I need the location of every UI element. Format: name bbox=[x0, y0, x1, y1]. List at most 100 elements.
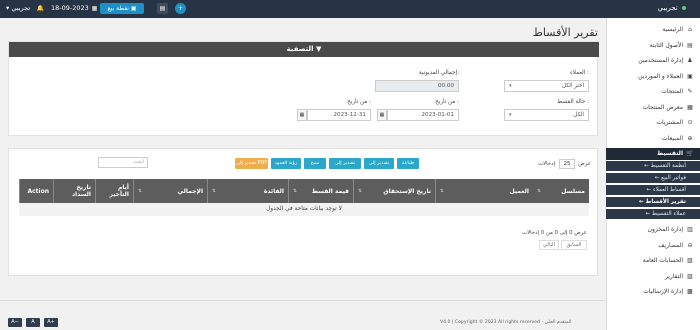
calculator-icon[interactable]: ▤ bbox=[157, 3, 168, 14]
sidebar-subitem[interactable]: ← فواتير البيع bbox=[606, 173, 700, 183]
date-to-label: من تاريخ : bbox=[347, 99, 371, 105]
customer-select[interactable]: ▾ اختر الكل bbox=[504, 80, 589, 92]
sort-icon: ⇅ bbox=[293, 188, 297, 194]
sidebar-subitem[interactable]: ← أنظمة التقسيط bbox=[606, 161, 700, 171]
sidebar-subitem-label: تقرير الأقساط bbox=[645, 199, 686, 205]
caret-down-icon: ▾ bbox=[6, 4, 10, 12]
reports-icon: ▨ bbox=[687, 272, 693, 280]
brand[interactable]: تجريبي bbox=[658, 4, 686, 12]
sidebar-item[interactable]: إدارة المستخدمين ♟ bbox=[606, 55, 700, 67]
font-increase-label: A+ bbox=[47, 319, 55, 325]
pagination-next[interactable]: التالي bbox=[539, 240, 559, 250]
col-delay-days-label: أيام التأخير bbox=[109, 184, 129, 198]
sidebar-item-label: إدارة المخزون bbox=[647, 226, 683, 233]
col-payment-date-label: تاريخ السداد bbox=[71, 184, 91, 198]
sidebar-item[interactable]: الحسابات العامة ▧ bbox=[606, 255, 700, 267]
sidebar-item-label: الأصول الثابتة bbox=[649, 41, 683, 49]
pos-button[interactable]: نقطة بيع ▣ bbox=[100, 3, 144, 14]
sidebar-item[interactable]: التقارير ▨ bbox=[606, 271, 700, 283]
copyright-text: V4.0 | Copyright © 2023 All rights reser… bbox=[440, 320, 572, 325]
col-delay-days[interactable]: أيام التأخير bbox=[95, 179, 133, 203]
date-to-input[interactable]: 2023-12-31 bbox=[307, 109, 371, 121]
sidebar-item-label: المنتجات bbox=[661, 88, 683, 95]
print-button-label: طباعة bbox=[401, 161, 415, 166]
chevron-down-icon: ▾ bbox=[509, 83, 512, 89]
export-pdf-button[interactable]: تصدير إلى PDF bbox=[235, 158, 268, 169]
status-select[interactable]: ▾ الكل bbox=[504, 109, 589, 121]
col-total[interactable]: ⇅ الإجمالي bbox=[133, 179, 207, 203]
calendar-icon[interactable]: ▦ bbox=[377, 109, 387, 121]
column-visibility-button[interactable]: رؤية العمود bbox=[271, 158, 301, 169]
font-decrease-button[interactable]: A− bbox=[8, 318, 22, 327]
col-action-label: Action bbox=[27, 187, 49, 195]
pos-icon: ▣ bbox=[130, 5, 137, 12]
cart-icon: 🛒 bbox=[686, 150, 694, 157]
sidebar-item[interactable]: الأصول الثابتة ▤ bbox=[606, 40, 700, 52]
col-installment-value[interactable]: ⇅ قيمة القسط bbox=[288, 179, 353, 203]
user-menu[interactable]: ▾ تجريبي bbox=[6, 4, 30, 12]
debt-value: 00.00 bbox=[437, 83, 454, 89]
font-reset-label: A bbox=[31, 319, 35, 325]
col-serial[interactable]: ⇅ مسلسل bbox=[533, 179, 589, 203]
sidebar-item[interactable]: المنتجات ✎ bbox=[606, 86, 700, 98]
col-due-date[interactable]: ⇅ تاريخ الإستحقاق bbox=[353, 179, 435, 203]
export-pdf-label: تصدير إلى PDF bbox=[235, 161, 268, 166]
debt-label: إجمالي المديونية: bbox=[418, 70, 459, 76]
online-status-icon bbox=[682, 6, 686, 10]
calendar-icon[interactable]: ▦ bbox=[297, 109, 307, 121]
date-to-value: 2023-12-31 bbox=[333, 112, 366, 118]
search-input[interactable]: ابحث bbox=[98, 157, 148, 168]
sidebar-subitem[interactable]: ← أقساط العملاء bbox=[606, 185, 700, 195]
home-icon: ⌂ bbox=[688, 26, 692, 33]
status-select-value: الكل bbox=[573, 112, 584, 118]
export-csv-button[interactable]: تصدير إلى CSV bbox=[364, 158, 394, 177]
col-action[interactable]: Action bbox=[19, 179, 53, 203]
sidebar-item[interactable]: إدارة المخزون ▥ bbox=[606, 224, 700, 236]
sidebar-item[interactable]: العملاء و الموردين ▣ bbox=[606, 71, 700, 83]
inventory-icon: ▥ bbox=[687, 226, 693, 233]
add-icon[interactable]: + bbox=[175, 3, 186, 14]
date-from-label: من تاريخ : bbox=[435, 99, 459, 105]
col-installment-value-label: قيمة القسط bbox=[311, 187, 349, 195]
col-due-date-label: تاريخ الإستحقاق bbox=[383, 187, 431, 195]
sort-icon: ⇅ bbox=[212, 188, 216, 194]
customer-label: العملاء : bbox=[570, 70, 589, 76]
date-from-input[interactable]: 2023-01-01 bbox=[387, 109, 459, 121]
sidebar-subitem[interactable]: ← تقرير الأقساط bbox=[606, 197, 700, 207]
sidebar-item[interactable]: معرض المنتجات ▦ bbox=[606, 102, 700, 114]
export-csv-label: تصدير إلى CSV bbox=[368, 161, 390, 177]
pos-label: نقطة بيع bbox=[107, 5, 129, 12]
export-excel-button[interactable]: تصدير إلى Excel bbox=[329, 158, 361, 177]
installments-table-panel: عرض 25 إدخالات طباعة تصدير إلى CSV تصدير… bbox=[8, 148, 598, 276]
sidebar-item[interactable]: المصاريف ⊖ bbox=[606, 240, 700, 252]
print-button[interactable]: طباعة bbox=[397, 158, 419, 169]
sidebar-item[interactable]: إدارة الإرساليات ▩ bbox=[606, 286, 700, 298]
font-reset-button[interactable]: A bbox=[26, 318, 40, 327]
font-increase-button[interactable]: A+ bbox=[44, 318, 58, 327]
sidebar-item[interactable]: الرئيسية ⌂ bbox=[606, 24, 700, 36]
copy-button[interactable]: نسخ bbox=[304, 158, 326, 169]
entries-label: إدخالات bbox=[537, 161, 555, 167]
pagination-next-label: التالي bbox=[542, 242, 556, 248]
expenses-icon: ⊖ bbox=[687, 241, 693, 249]
sort-icon: ⇅ bbox=[537, 188, 541, 194]
pagination-previous[interactable]: السابق bbox=[561, 240, 587, 250]
current-date: 18-09-2023 bbox=[51, 4, 89, 12]
contacts-icon: ▣ bbox=[687, 72, 693, 80]
col-interest[interactable]: ⇅ الفائدة bbox=[207, 179, 288, 203]
col-customer[interactable]: ⇅ العميل bbox=[435, 179, 533, 203]
col-payment-date[interactable]: تاريخ السداد bbox=[53, 179, 95, 203]
filter-header[interactable]: التصفية ▼ bbox=[9, 42, 599, 57]
shipping-icon: ▩ bbox=[687, 288, 693, 295]
col-customer-label: العميل bbox=[509, 187, 529, 195]
sidebar-item[interactable]: المبيعات ⊕ bbox=[606, 133, 700, 145]
sidebar-subitem[interactable]: ← عملاء التقسيط bbox=[606, 209, 700, 219]
sidebar-item-installments[interactable]: التقسيط 🛒 bbox=[606, 148, 700, 160]
sidebar-item[interactable]: المشتريات ⊙ bbox=[606, 117, 700, 129]
page-length-select[interactable]: 25 bbox=[559, 159, 575, 169]
bell-icon[interactable]: 🔔 bbox=[36, 4, 45, 13]
empty-table-row: لا توجد بيانات متاحة في الجدول bbox=[19, 203, 589, 216]
filter-panel: التصفية ▼ العملاء : ▾ اختر الكل إجمالي ا… bbox=[8, 41, 599, 136]
sidebar-item-label: التقارير bbox=[664, 272, 683, 280]
sidebar-item-label: إدارة المستخدمين bbox=[638, 57, 683, 64]
